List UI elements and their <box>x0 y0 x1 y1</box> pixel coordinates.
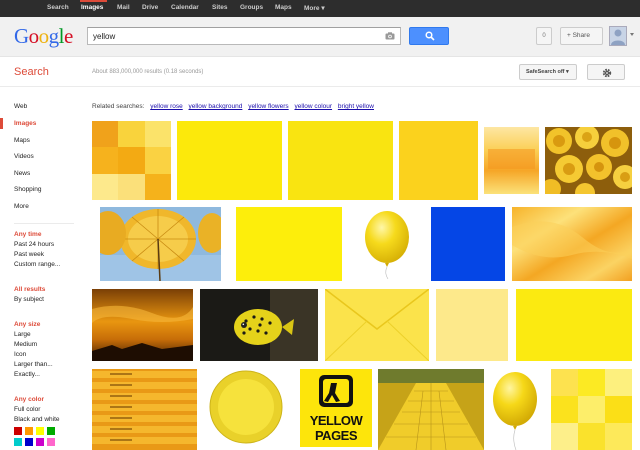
image-result-pale-yellow[interactable] <box>436 289 508 361</box>
size-filter-option[interactable]: Icon <box>14 351 26 358</box>
color-swatch[interactable] <box>25 438 33 446</box>
related-searches-label: Related searches: <box>92 103 145 110</box>
notifications-button[interactable]: 0 <box>536 27 552 45</box>
image-result-sunset-sky[interactable] <box>92 289 193 361</box>
google-logo[interactable]: Google <box>14 24 73 49</box>
result-stats: About 883,000,000 results (0.18 seconds) <box>92 69 204 75</box>
sidebar-item-news[interactable]: News <box>14 170 30 177</box>
yellow-pages-text-1: YELLOW <box>309 413 363 428</box>
safesearch-dropdown[interactable]: SafeSearch off ▾ <box>519 64 577 80</box>
logo-letter: o <box>38 24 50 48</box>
image-result-boxfish[interactable] <box>200 289 318 361</box>
related-search-link[interactable]: yellow flowers <box>248 103 288 110</box>
results-subheader: Search About 883,000,000 results (0.18 s… <box>0 57 640 87</box>
logo-letter: G <box>14 24 29 48</box>
active-sidebar-marker <box>0 118 3 129</box>
image-result-yellow-balloon[interactable] <box>485 369 545 450</box>
color-swatch[interactable] <box>14 438 22 446</box>
sidebar-item-videos[interactable]: Videos <box>14 153 34 160</box>
image-result-yellow-roses[interactable] <box>545 127 632 194</box>
related-searches: Related searches: yellow rose yellow bac… <box>92 103 374 110</box>
sidebar-item-web[interactable]: Web <box>14 103 27 110</box>
size-filter-option[interactable]: Exactly... <box>14 371 40 378</box>
color-swatch[interactable] <box>47 438 55 446</box>
color-filter-option[interactable]: Black and white <box>14 416 60 423</box>
profile-icon <box>611 29 625 45</box>
image-result-yellow-gradient[interactable] <box>484 127 539 194</box>
nav-mail[interactable]: Mail <box>117 4 130 11</box>
settings-button[interactable] <box>587 64 625 80</box>
nav-more[interactable]: More ▾ <box>304 4 325 12</box>
image-result-yellow-pages-logo[interactable]: YELLOW PAGES <box>300 369 372 447</box>
image-result-yellow-checker[interactable] <box>551 369 632 450</box>
size-filter-option[interactable]: Medium <box>14 341 37 348</box>
related-search-link[interactable]: yellow background <box>189 103 243 110</box>
related-search-link[interactable]: yellow rose <box>150 103 183 110</box>
avatar[interactable] <box>609 26 627 46</box>
active-nav-indicator <box>80 0 107 2</box>
time-filter-option[interactable]: Past 24 hours <box>14 241 54 248</box>
nav-drive[interactable]: Drive <box>142 4 158 11</box>
color-swatch[interactable] <box>47 427 55 435</box>
nav-sites[interactable]: Sites <box>212 4 228 11</box>
nav-images[interactable]: Images <box>81 4 103 11</box>
sidebar-item-more[interactable]: More <box>14 203 29 210</box>
image-result-yellow-umbrellas[interactable] <box>100 207 221 281</box>
logo-letter: o <box>28 24 40 48</box>
image-result-yellow-balloon[interactable] <box>354 207 419 281</box>
color-filter-heading[interactable]: Any color <box>14 396 44 403</box>
results-filter-option[interactable]: By subject <box>14 296 44 303</box>
image-result-yellow-tiles[interactable] <box>92 121 171 200</box>
image-result-yellow-solid[interactable] <box>177 121 282 200</box>
nav-groups[interactable]: Groups <box>240 4 263 11</box>
color-swatch[interactable] <box>25 427 33 435</box>
image-result-yellow-plate[interactable] <box>203 369 289 450</box>
share-button[interactable]: + Share <box>560 27 603 45</box>
search-header: Google 0 + Share <box>0 17 640 57</box>
image-result-pencils[interactable] <box>92 369 197 450</box>
image-result-yellow-silk[interactable] <box>512 207 632 281</box>
color-swatch[interactable] <box>36 427 44 435</box>
image-result-yellow-gold[interactable] <box>399 121 478 200</box>
gear-icon <box>602 68 612 78</box>
yellow-pages-text-2: PAGES <box>314 428 358 443</box>
image-result-yellow-solid[interactable] <box>288 121 393 200</box>
nav-search[interactable]: Search <box>47 4 69 11</box>
nav-maps[interactable]: Maps <box>275 4 292 11</box>
image-result-yellow-envelope[interactable] <box>325 289 429 361</box>
image-result-yellow-brick-road[interactable] <box>378 369 484 450</box>
sidebar: Web Images Maps Videos News Shopping Mor… <box>0 87 80 450</box>
size-filter-heading[interactable]: Any size <box>14 321 40 328</box>
sidebar-item-images[interactable]: Images <box>14 120 36 127</box>
size-filter-option[interactable]: Large <box>14 331 31 338</box>
search-button[interactable] <box>409 27 449 45</box>
google-image-search-page: Search Images Mail Drive Calendar Sites … <box>0 0 640 450</box>
nav-calendar[interactable]: Calendar <box>171 4 199 11</box>
magnifier-icon <box>425 31 435 41</box>
related-search-link[interactable]: bright yellow <box>338 103 374 110</box>
search-box[interactable] <box>87 27 401 45</box>
image-result-yellow-solid[interactable] <box>236 207 342 281</box>
account-caret-icon[interactable] <box>630 33 634 36</box>
logo-letter: e <box>64 24 73 48</box>
results-filter-heading[interactable]: All results <box>14 286 45 293</box>
time-filter-option[interactable]: Past week <box>14 251 44 258</box>
image-result-blue-square[interactable] <box>431 207 505 281</box>
sidebar-item-shopping[interactable]: Shopping <box>14 186 41 193</box>
size-filter-option[interactable]: Larger than... <box>14 361 53 368</box>
logo-letter: g <box>48 24 60 48</box>
search-section-label: Search <box>14 66 49 78</box>
time-filter-heading[interactable]: Any time <box>14 231 41 238</box>
time-filter-option[interactable]: Custom range... <box>14 261 60 268</box>
sidebar-divider <box>14 223 74 224</box>
camera-icon[interactable] <box>385 32 395 40</box>
image-result-yellow-solid[interactable] <box>516 289 632 361</box>
search-input[interactable] <box>93 30 373 42</box>
color-filter-option[interactable]: Full color <box>14 406 40 413</box>
sidebar-item-maps[interactable]: Maps <box>14 137 30 144</box>
color-swatch[interactable] <box>36 438 44 446</box>
top-navigation-bar: Search Images Mail Drive Calendar Sites … <box>0 0 640 17</box>
related-search-link[interactable]: yellow colour <box>294 103 332 110</box>
color-swatch[interactable] <box>14 427 22 435</box>
